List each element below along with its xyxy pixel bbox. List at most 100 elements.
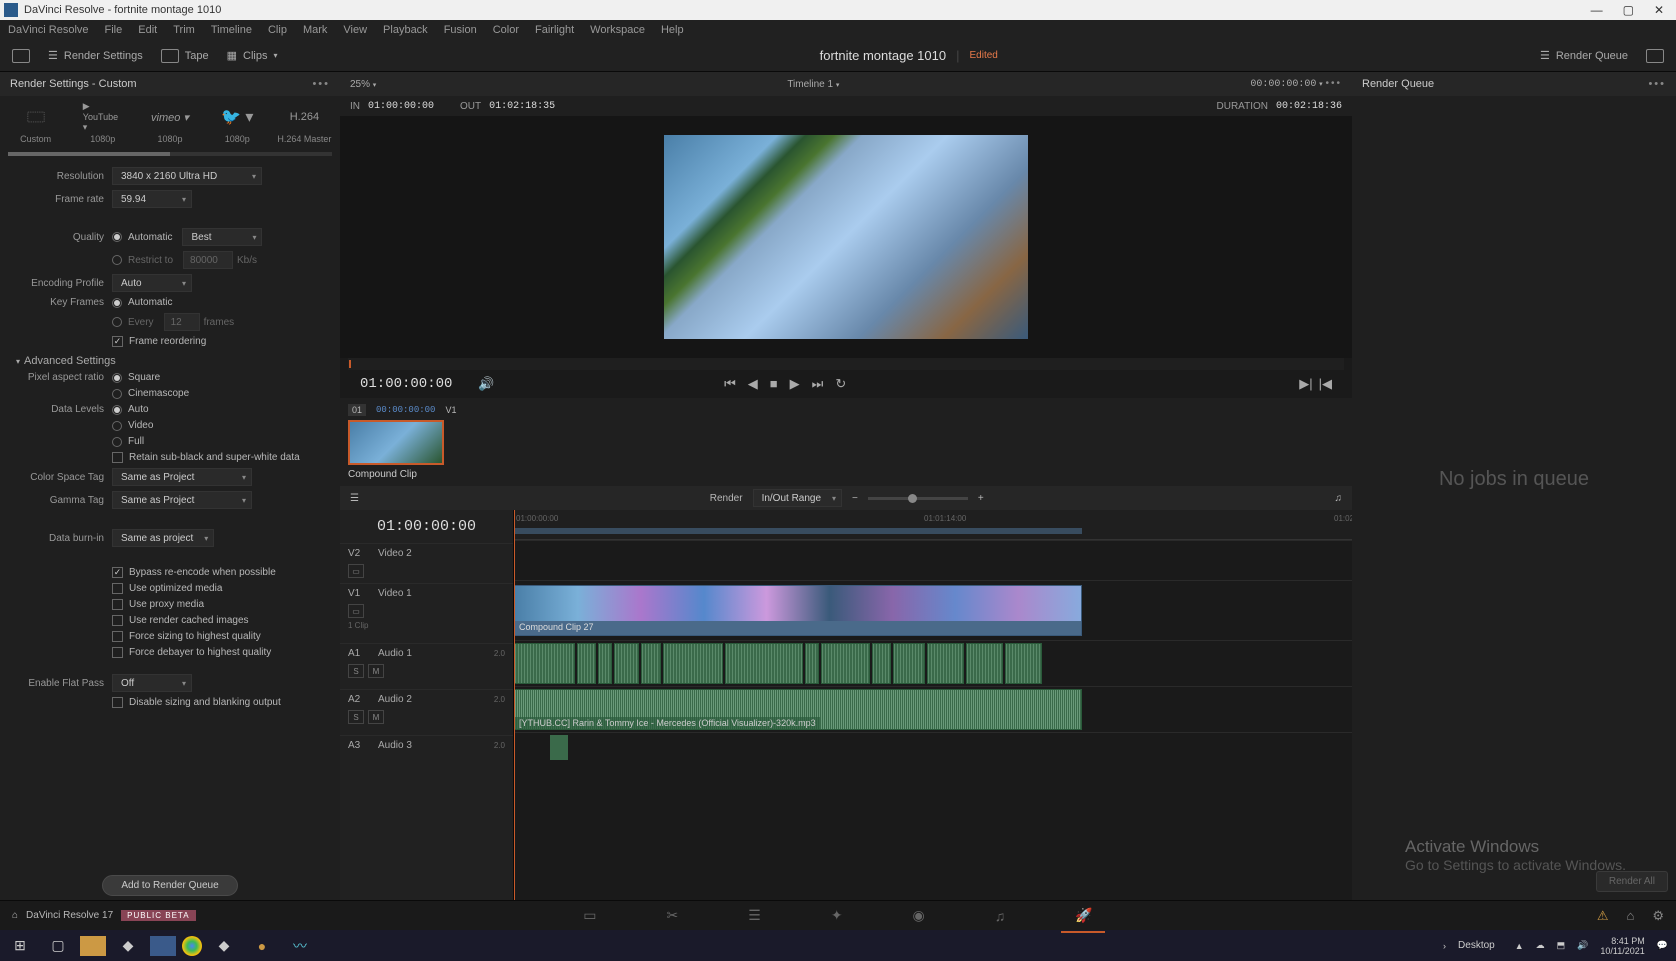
par-square-radio[interactable]: [112, 373, 122, 383]
minimize-icon[interactable]: —: [1591, 3, 1603, 17]
edit-page-tab[interactable]: ☰: [748, 907, 761, 924]
par-cinema-radio[interactable]: [112, 389, 122, 399]
tray-icon[interactable]: 🔊: [1577, 940, 1588, 951]
chevron-down-icon[interactable]: ▾: [373, 82, 377, 89]
display-toggle[interactable]: [12, 49, 30, 63]
video-viewer[interactable]: [340, 116, 1352, 358]
track-header-v1[interactable]: V1Video 1 ▭ 1 Clip: [340, 583, 513, 643]
bypass-checkbox[interactable]: [112, 567, 123, 578]
menu-item[interactable]: DaVinci Resolve: [8, 24, 89, 36]
clips-button[interactable]: ▦ Clips ▾: [227, 49, 278, 62]
solo-button[interactable]: S: [348, 664, 364, 678]
burnin-dropdown[interactable]: Same as project: [112, 529, 214, 547]
proxy-checkbox[interactable]: [112, 599, 123, 610]
maximize-icon[interactable]: ▢: [1623, 3, 1634, 17]
render-settings-button[interactable]: ☰ Render Settings: [48, 49, 143, 62]
menu-item[interactable]: Trim: [173, 24, 195, 36]
framerate-dropdown[interactable]: 59.94: [112, 190, 192, 208]
render-range-dropdown[interactable]: In/Out Range: [753, 489, 842, 507]
track-header-a2[interactable]: A2Audio 22.0 SM: [340, 689, 513, 735]
preset-custom[interactable]: Custom: [6, 104, 65, 144]
prev-frame-button[interactable]: ◀: [748, 376, 758, 392]
preset-h264[interactable]: H.264H.264 Master: [275, 104, 334, 144]
file-explorer-icon[interactable]: [80, 936, 106, 956]
track-a1[interactable]: [514, 640, 1352, 686]
menu-item[interactable]: View: [343, 24, 367, 36]
scrub-bar[interactable]: [348, 358, 1344, 370]
taskbar-app[interactable]: 〰: [284, 934, 316, 958]
warning-icon[interactable]: ⚠: [1597, 908, 1609, 924]
close-icon[interactable]: ✕: [1654, 3, 1664, 17]
taskbar-app[interactable]: ●: [246, 934, 278, 958]
resolution-dropdown[interactable]: 3840 x 2160 Ultra HD: [112, 167, 262, 185]
taskbar-resolve[interactable]: [150, 936, 176, 956]
menu-item[interactable]: Help: [661, 24, 684, 36]
next-frame-button[interactable]: ⏭: [812, 376, 824, 392]
mute-button[interactable]: M: [368, 664, 384, 678]
settings-icon[interactable]: ⚙: [1652, 908, 1664, 924]
preset-twitter[interactable]: 🐦 ▾1080p: [208, 104, 267, 144]
loop-button[interactable]: ↻: [835, 376, 846, 392]
quality-auto-radio[interactable]: [112, 232, 122, 242]
fusion-page-tab[interactable]: ✦: [831, 907, 843, 924]
go-end-button[interactable]: ▶|: [1299, 376, 1312, 392]
keyframes-auto-radio[interactable]: [112, 298, 122, 308]
panel-menu-icon[interactable]: •••: [312, 78, 330, 90]
track-header-a3[interactable]: A3Audio 32.0: [340, 735, 513, 765]
flatpass-dropdown[interactable]: Off: [112, 674, 192, 692]
transport-timecode[interactable]: 01:00:00:00: [360, 376, 452, 392]
forcesize-checkbox[interactable]: [112, 631, 123, 642]
audio-clip-a2[interactable]: [YTHUB.CC] Rarin & Tommy Ice - Mercedes …: [514, 689, 1082, 730]
panel-menu-icon[interactable]: •••: [1648, 78, 1666, 90]
encprofile-dropdown[interactable]: Auto: [112, 274, 192, 292]
volume-icon[interactable]: 🔊: [478, 376, 494, 392]
retain-checkbox[interactable]: [112, 452, 123, 463]
audio-clip-a3[interactable]: [550, 735, 568, 760]
render-all-button[interactable]: Render All: [1596, 871, 1668, 892]
menu-item[interactable]: Workspace: [590, 24, 645, 36]
in-out-range[interactable]: [514, 528, 1082, 534]
track-a3[interactable]: [514, 732, 1352, 762]
dl-video-radio[interactable]: [112, 421, 122, 431]
frame-reorder-checkbox[interactable]: [112, 336, 123, 347]
quality-restrict-radio[interactable]: [112, 255, 122, 265]
viewer-timecode[interactable]: 00:00:00:00: [1250, 79, 1316, 90]
track-v1[interactable]: Compound Clip 27: [514, 580, 1352, 640]
go-start-button[interactable]: |◀: [1319, 376, 1332, 392]
track-header-a1[interactable]: A1Audio 12.0 SM: [340, 643, 513, 689]
add-to-render-queue-button[interactable]: Add to Render Queue: [102, 875, 237, 896]
tape-button[interactable]: Tape: [161, 49, 209, 63]
tray-icon[interactable]: ⬒: [1557, 940, 1566, 951]
task-view-button[interactable]: ▢: [42, 934, 74, 958]
render-queue-button[interactable]: ☰ Render Queue: [1540, 49, 1628, 62]
tray-icon[interactable]: ☁: [1536, 940, 1545, 951]
tray-icon[interactable]: ▲: [1515, 941, 1524, 951]
audio-icon[interactable]: ♫: [1335, 493, 1343, 504]
taskbar-date[interactable]: 10/11/2021: [1600, 946, 1644, 956]
first-frame-button[interactable]: ⏮: [724, 376, 736, 392]
mute-button[interactable]: M: [368, 710, 384, 724]
taskbar-chrome[interactable]: [182, 936, 202, 956]
zoom-in-icon[interactable]: +: [978, 493, 984, 504]
home-icon[interactable]: ⌂: [1626, 908, 1634, 924]
viewer-menu-icon[interactable]: •••: [1325, 78, 1342, 89]
zoom-out-icon[interactable]: −: [852, 493, 858, 504]
menu-item[interactable]: Clip: [268, 24, 287, 36]
quality-preset-dropdown[interactable]: Best: [182, 228, 262, 246]
colorspace-dropdown[interactable]: Same as Project: [112, 468, 252, 486]
deliver-page-tab[interactable]: 🚀: [1075, 907, 1092, 924]
taskbar-overflow[interactable]: ›: [1443, 941, 1446, 951]
solo-button[interactable]: S: [348, 710, 364, 724]
taskbar-app[interactable]: ◆: [208, 934, 240, 958]
track-v2[interactable]: [514, 540, 1352, 580]
bitrate-input[interactable]: [183, 251, 233, 269]
start-button[interactable]: ⊞: [4, 934, 36, 958]
menu-item[interactable]: Color: [493, 24, 519, 36]
forcedebayer-checkbox[interactable]: [112, 647, 123, 658]
menu-item[interactable]: Mark: [303, 24, 327, 36]
taskbar-app[interactable]: ◆: [112, 934, 144, 958]
video-clip[interactable]: Compound Clip 27: [514, 585, 1082, 636]
cached-checkbox[interactable]: [112, 615, 123, 626]
color-page-tab[interactable]: ◉: [913, 907, 925, 924]
home-icon[interactable]: ⌂: [12, 910, 18, 921]
